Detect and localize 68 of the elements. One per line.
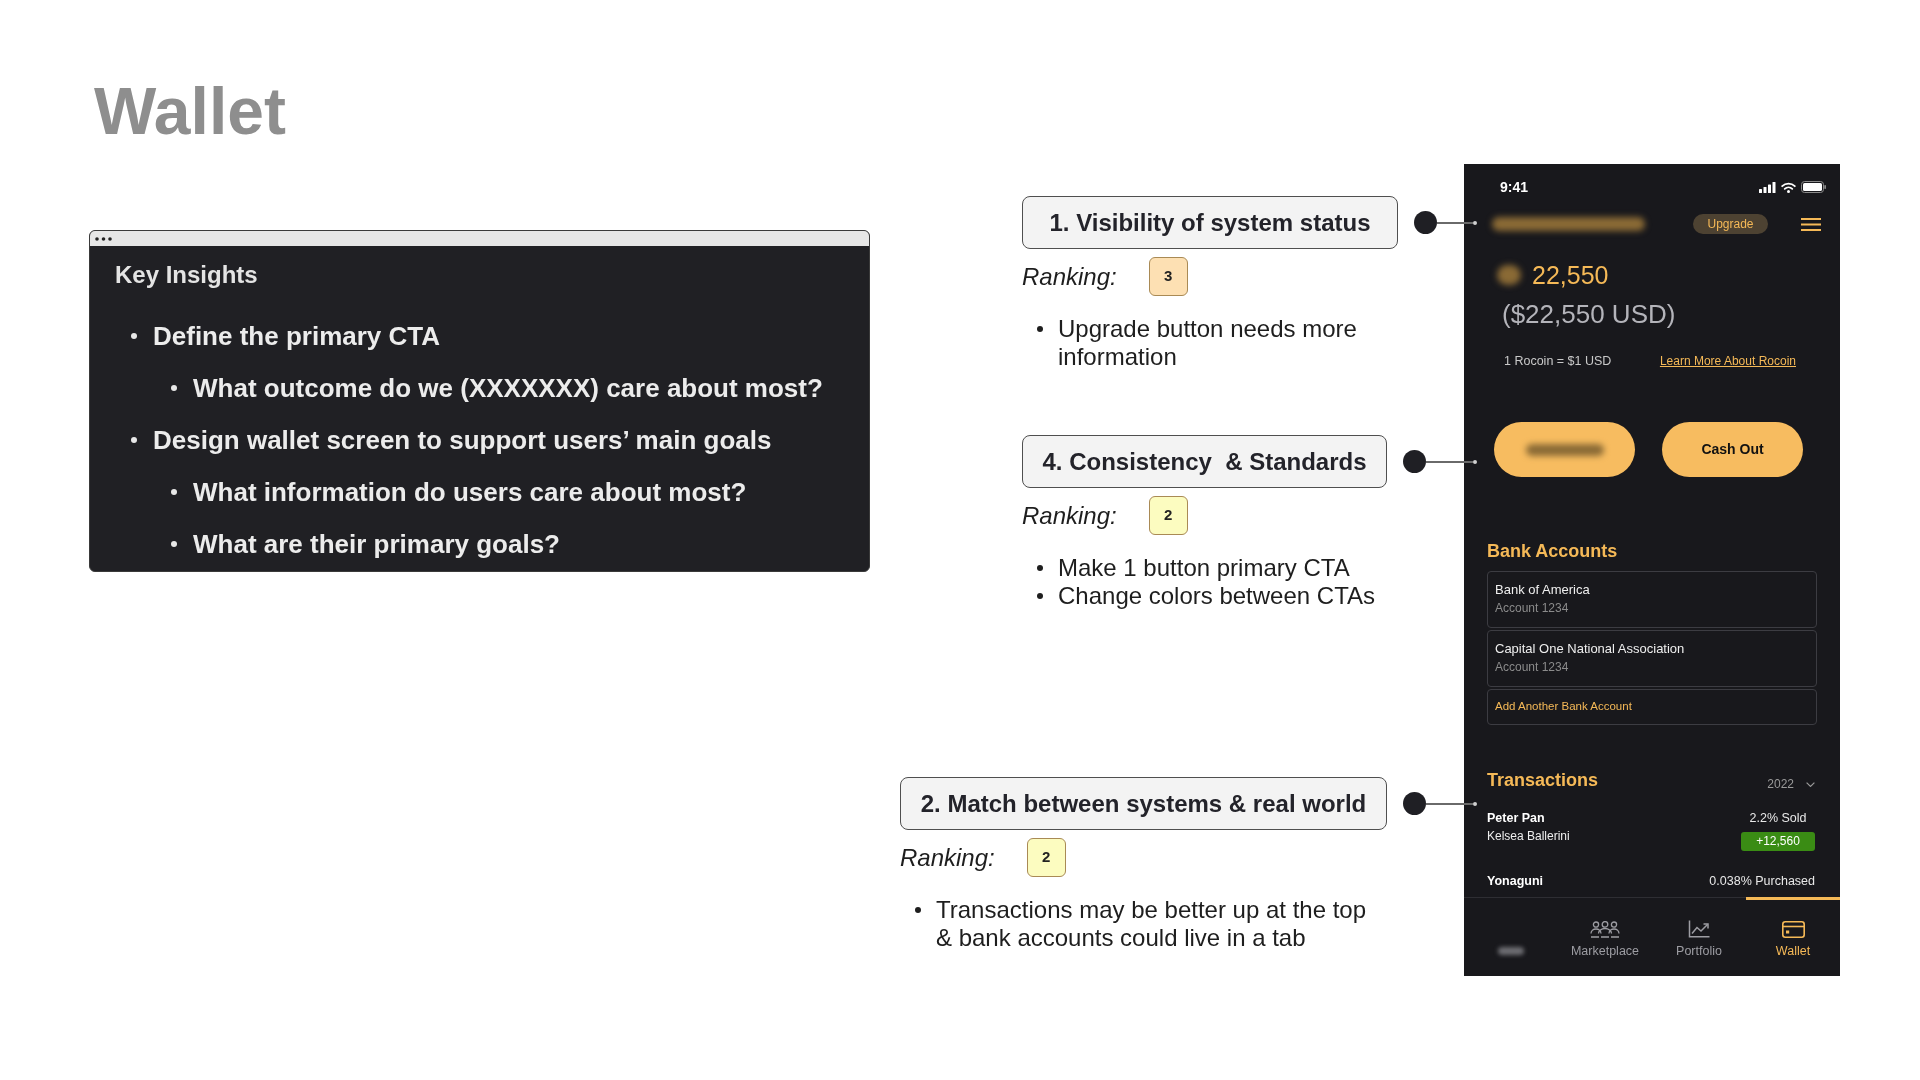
transaction-subtitle: Kelsea Ballerini — [1487, 828, 1570, 845]
ranking-label: Ranking: — [900, 842, 995, 873]
insight-text: What information do users care about most? — [193, 476, 747, 508]
bullet-icon — [171, 489, 177, 495]
battery-icon — [1801, 181, 1826, 193]
transaction-title: Yonaguni — [1487, 873, 1543, 890]
heuristic-heading: 2. Match between systems & real world — [900, 777, 1387, 830]
bank-name: Capital One National Association — [1495, 640, 1685, 658]
bank-name: Bank of America — [1495, 581, 1590, 599]
bank-account-card[interactable]: Bank of America Account 1234 — [1487, 571, 1817, 628]
blurred-action-button[interactable] — [1494, 422, 1635, 477]
amount-badge: +12,560 — [1741, 832, 1815, 851]
account-number: Account 1234 — [1495, 659, 1569, 676]
transaction-title: Peter Pan — [1487, 810, 1545, 827]
ranking-label: Ranking: — [1022, 500, 1117, 531]
status-time: 9:41 — [1500, 178, 1529, 196]
account-number: Account 1234 — [1495, 600, 1569, 617]
chevron-down-icon — [1806, 781, 1815, 787]
tab[interactable]: Marketplace — [1558, 897, 1652, 976]
menu-icon[interactable] — [1801, 217, 1821, 231]
transaction-detail: 2.2% Sold — [1749, 810, 1807, 827]
heuristic-heading: 4. Consistency & Standards — [1022, 435, 1387, 488]
note-text: Upgrade button needs more information — [1058, 315, 1358, 371]
year-dropdown[interactable]: 2022 — [1767, 776, 1815, 792]
exchange-rate: 1 Rocoin = $1 USD — [1504, 352, 1612, 370]
bullet-icon — [1037, 565, 1043, 571]
ranking-label: Ranking: — [1022, 261, 1117, 292]
ranking-badge: 2 — [1026, 838, 1066, 877]
heuristic-heading: 1. Visibility of system status — [1022, 196, 1398, 249]
line-chart-icon — [1688, 920, 1710, 938]
coin-balance: 22,550 — [1532, 260, 1609, 291]
bullet-icon — [1037, 593, 1043, 599]
bullet-icon — [171, 385, 177, 391]
blurred-label-icon — [1525, 443, 1604, 456]
credit-card-icon — [1781, 921, 1805, 938]
upgrade-button[interactable]: Upgrade — [1693, 214, 1768, 234]
tab[interactable]: Portfolio — [1652, 897, 1746, 976]
blurred-coin-icon — [1497, 265, 1521, 285]
tab[interactable]: Wallet — [1746, 897, 1840, 976]
bank-account-card[interactable]: Capital One National Association Account 1234 — [1487, 630, 1817, 687]
add-bank-account-button[interactable]: Add Another Bank Account — [1487, 689, 1817, 725]
signal-icon — [1759, 181, 1776, 193]
section-heading: Bank Accounts — [1487, 540, 1618, 563]
bullet-icon — [915, 907, 921, 913]
usd-balance: ($22,550 USD) — [1502, 298, 1676, 330]
bullet-icon — [1037, 326, 1043, 332]
note-text: Make 1 button primary CTA — [1058, 554, 1350, 582]
card-title: Key Insights — [115, 260, 258, 290]
action-button[interactable]: Cash Out — [1662, 422, 1803, 477]
people-icon — [1590, 921, 1620, 938]
blurred-label-icon — [1498, 947, 1524, 955]
insight-text: Define the primary CTA — [153, 320, 440, 352]
bullet-icon — [171, 541, 177, 547]
insight-text: What are their primary goals? — [193, 528, 560, 560]
insight-text: Design wallet screen to support users’ main goals — [153, 424, 772, 456]
bullet-icon — [131, 333, 137, 339]
page-title: Wallet — [94, 78, 286, 144]
window-dots-icon — [95, 236, 112, 241]
note-text: Change colors between CTAs — [1058, 582, 1376, 610]
insight-text: What outcome do we (XXXXXXX) care about most? — [193, 372, 823, 404]
note-text: Transactions may be better up at the top & bank accounts could live in a tab — [936, 896, 1368, 952]
section-heading: Transactions — [1487, 769, 1599, 792]
learn-more-link[interactable]: Learn More About Rocoin — [1659, 352, 1796, 370]
bullet-icon — [131, 437, 137, 443]
ranking-badge: 2 — [1148, 496, 1188, 535]
transaction-detail: 0.038% Purchased — [1709, 873, 1815, 890]
wifi-icon — [1781, 181, 1796, 193]
ranking-badge: 3 — [1148, 257, 1188, 296]
